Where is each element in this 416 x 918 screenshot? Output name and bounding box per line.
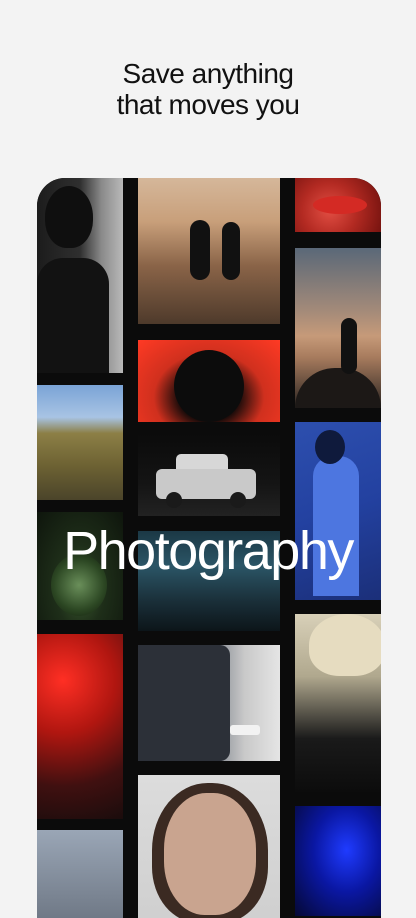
tile-red-figure bbox=[37, 634, 123, 819]
tile-golfer-sunset bbox=[295, 248, 381, 408]
tile-headphones bbox=[138, 340, 280, 422]
blonde-hair bbox=[309, 614, 381, 676]
tile-blonde-person bbox=[295, 614, 381, 792]
vehicle-side bbox=[138, 645, 230, 761]
golfer-silhouette bbox=[341, 318, 357, 374]
blue-figure-head bbox=[315, 430, 345, 464]
tile-woman-portrait bbox=[138, 775, 280, 918]
tile-red-lips bbox=[295, 178, 381, 232]
tile-beach-runners bbox=[138, 178, 280, 324]
face-shape bbox=[164, 793, 256, 915]
headline-line-2: that moves you bbox=[116, 89, 300, 120]
vehicle-lamp bbox=[230, 725, 260, 735]
silhouette-body bbox=[37, 258, 109, 373]
car-wheel bbox=[166, 492, 182, 508]
tile-hillside-house bbox=[37, 385, 123, 500]
tile-bottom-left bbox=[37, 830, 123, 918]
tile-portrait-man bbox=[37, 178, 123, 373]
headline: Save anything that moves you bbox=[0, 58, 416, 120]
category-label: Photography bbox=[63, 521, 354, 581]
headphones-head bbox=[174, 350, 244, 422]
tile-car-rear bbox=[138, 645, 280, 761]
runner-silhouette bbox=[222, 222, 240, 280]
ground-shape bbox=[295, 368, 381, 408]
runner-silhouette bbox=[190, 220, 210, 280]
tile-white-suv bbox=[138, 434, 280, 516]
silhouette-head bbox=[45, 186, 93, 248]
headline-line-1: Save anything bbox=[122, 58, 294, 89]
car-wheel bbox=[230, 492, 246, 508]
lips-shape bbox=[313, 196, 367, 214]
